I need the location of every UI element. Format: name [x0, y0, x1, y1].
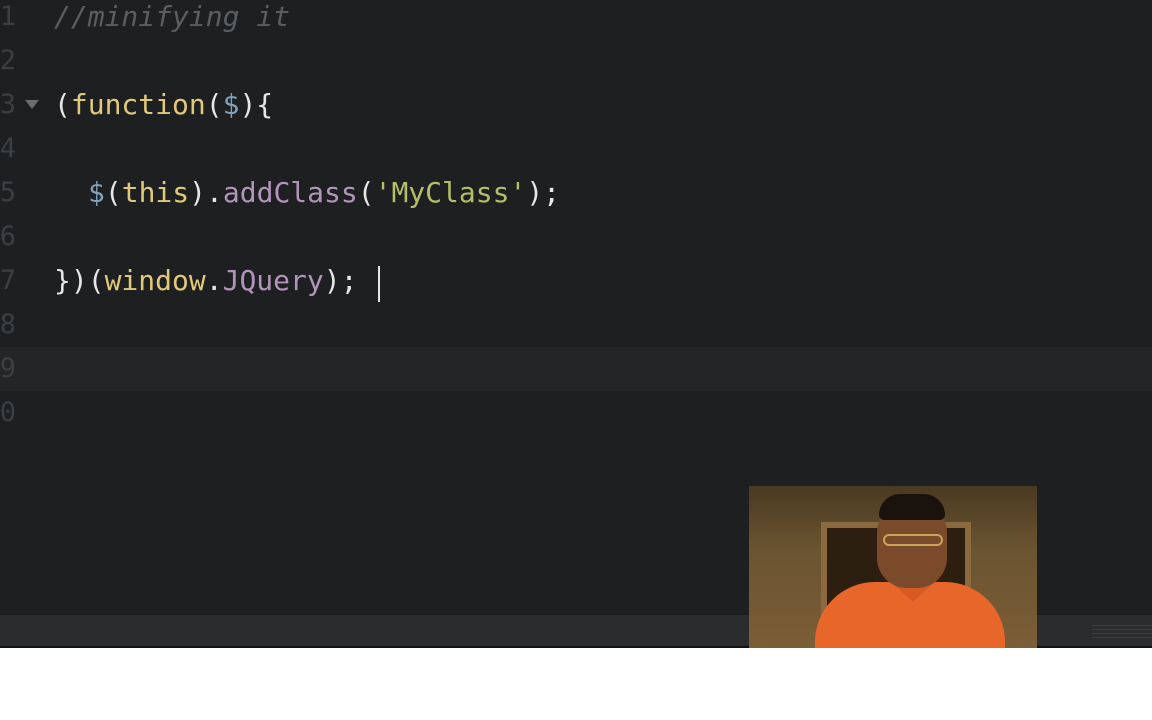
code-token: (: [205, 88, 223, 121]
editor-line: 5 $(this).addClass('MyClass');: [0, 171, 1152, 215]
line-number: 9: [0, 353, 16, 384]
fold-arrow-icon[interactable]: [25, 100, 39, 109]
editor-line-active: 9: [0, 347, 1152, 391]
line-number: 0: [0, 397, 16, 428]
app-window: 1 //minifying it 2 3 (function($){ 4 5 $…: [0, 0, 1152, 720]
bottom-panel: [0, 648, 1152, 720]
code-token: ){: [239, 88, 274, 121]
line-number: 8: [0, 309, 16, 340]
editor-line: 4: [0, 127, 1152, 171]
text-cursor: [378, 266, 380, 302]
code-string: 'MyClass': [374, 176, 527, 209]
editor-line: 6: [0, 215, 1152, 259]
code-keyword: window: [104, 264, 206, 297]
code-token: );: [526, 176, 561, 209]
webcam-overlay: [749, 486, 1037, 648]
code-token: })(: [54, 264, 105, 297]
code-keyword: this: [121, 176, 190, 209]
code-line-3: (function($){: [54, 83, 273, 127]
code-token: $: [88, 176, 105, 209]
line-number: 2: [0, 45, 16, 76]
code-token: );: [323, 264, 358, 297]
line-number: 7: [0, 265, 16, 296]
editor-line: 8: [0, 303, 1152, 347]
line-number: 6: [0, 221, 16, 252]
code-token: ).: [189, 176, 223, 209]
code-line-5: $(this).addClass('MyClass');: [88, 171, 560, 215]
editor-line: 1 //minifying it: [0, 0, 1152, 39]
code-property: JQuery: [222, 264, 324, 297]
code-param: $: [222, 88, 240, 121]
code-token: .: [205, 264, 223, 297]
line-number: 5: [0, 177, 16, 208]
glasses-icon: [883, 534, 943, 546]
code-line-7: })(window.JQuery);: [54, 259, 357, 303]
code-token: (: [54, 88, 71, 121]
line-number: 3: [0, 89, 16, 120]
line-number: 4: [0, 133, 16, 164]
code-token: (: [357, 176, 375, 209]
code-token: (: [104, 176, 122, 209]
code-keyword: function: [70, 88, 206, 121]
code-method: addClass: [222, 176, 358, 209]
presenter-hair: [879, 494, 945, 520]
editor-line: 0: [0, 391, 1152, 435]
editor-line: 7 })(window.JQuery);: [0, 259, 1152, 303]
code-comment: //minifying it: [54, 0, 291, 33]
editor-line: 2: [0, 39, 1152, 83]
resize-grip-icon[interactable]: [1092, 625, 1152, 639]
editor-line: 3 (function($){: [0, 83, 1152, 127]
line-number: 1: [0, 1, 16, 32]
